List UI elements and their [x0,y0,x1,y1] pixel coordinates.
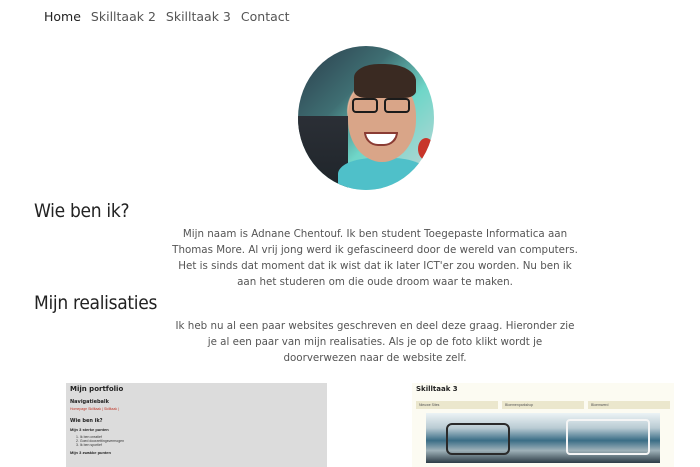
photo-hair [354,64,416,98]
nav-skilltaak-2-link[interactable]: Skilltaak 2 [91,8,156,26]
thumb1-strong-list: 1. Ik ben creatief 2. Goed doorzettingsv… [70,435,323,447]
profile-photo [298,46,434,190]
top-navigation: Home Skilltaak 2 Skilltaak 3 Contact [44,8,300,26]
thumb2-tabs: Nieuwe Sites Bloemenparkshop Bloemwerd [416,401,670,409]
projects-text: Ik heb nu al een paar websites geschreve… [175,320,575,364]
about-heading: Wie ben ik? [34,200,130,222]
thumb2-photo [426,413,660,463]
thumb1-strong-heading: Mijn 3 sterke punten [70,427,109,432]
portfolio-thumbnail-link[interactable]: Mijn portfolio Navigatiebalk Homepage Sk… [66,383,327,467]
thumb1-nav-heading: Navigatiebalk [70,399,109,405]
thumb1-weak-heading: Mijn 3 zwakke punten [70,450,111,455]
about-text: Mijn naam is Adnane Chentouf. Ik ben stu… [172,228,578,288]
thumb1-nav-links: Homepage Skilltaak | Skilltaak | [70,407,119,411]
thumb2-tab: Bloemenparkshop [502,401,584,409]
nav-home-link[interactable]: Home [44,8,81,26]
thumb2-title: Skilltaak 3 [416,385,458,393]
nav-skilltaak-3-link[interactable]: Skilltaak 3 [166,8,231,26]
photo-shirt [338,158,428,190]
list-item: 3. Ik ben sportief [76,443,102,447]
photo-red-accent [418,138,434,160]
thumb1-about-heading: Wie ben ik? [70,418,103,424]
photo-glasses [350,98,414,114]
nav-contact-link[interactable]: Contact [241,8,290,26]
projects-heading: Mijn realisaties [34,292,158,314]
thumb2-tab: Nieuwe Sites [416,401,498,409]
thumb1-title: Mijn portfolio [70,385,124,393]
thumb2-tab: Bloemwerd [588,401,670,409]
skilltaak3-thumbnail-link[interactable]: Skilltaak 3 Nieuwe Sites Bloemenparkshop… [412,383,674,467]
